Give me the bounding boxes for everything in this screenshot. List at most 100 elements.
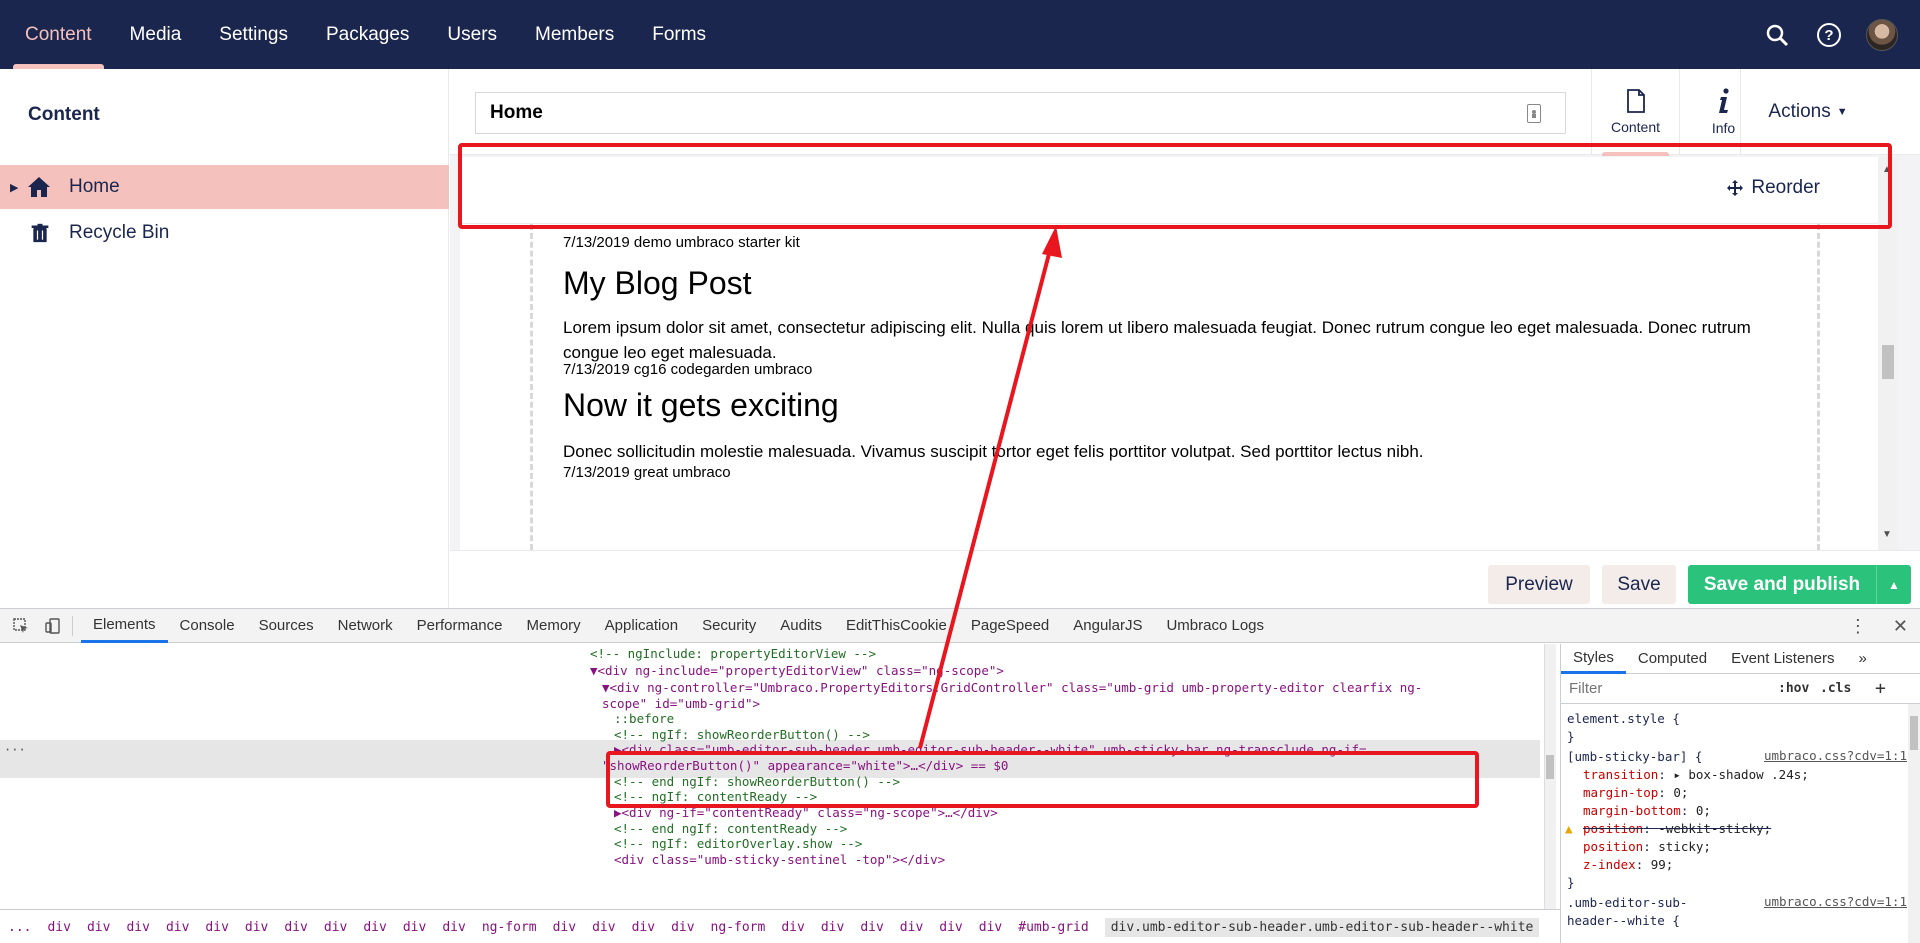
cls-toggle[interactable]: .cls bbox=[1820, 681, 1851, 696]
breadcrumb-item[interactable]: ng-form bbox=[711, 920, 766, 935]
devtools-tab-audits[interactable]: Audits bbox=[768, 609, 834, 643]
devtools-tab-memory[interactable]: Memory bbox=[515, 609, 593, 643]
css-property[interactable]: margin-bottom: 0; bbox=[1583, 802, 1711, 820]
save-and-publish-button[interactable]: Save and publish bbox=[1688, 565, 1876, 604]
breadcrumb-item[interactable]: ng-form bbox=[482, 920, 537, 935]
dom-node-line[interactable]: <div class="umb-sticky-sentinel -top"></… bbox=[614, 850, 945, 869]
scroll-down-icon[interactable]: ▼ bbox=[1882, 529, 1892, 540]
node-name-input[interactable]: Home bbox=[475, 92, 1566, 134]
css-property[interactable]: position: sticky; bbox=[1583, 838, 1711, 856]
breadcrumb-item[interactable]: div bbox=[47, 920, 70, 935]
hov-toggle[interactable]: :hov bbox=[1778, 681, 1809, 696]
section-nav: Content Media Settings Packages Users Members… bbox=[0, 0, 725, 69]
grid-row[interactable]: 7/13/2019 demo umbraco starter kit My Bl… bbox=[530, 224, 1820, 550]
breadcrumb-item[interactable]: div bbox=[671, 920, 694, 935]
lock-icon[interactable] bbox=[1527, 104, 1541, 123]
devtools-tab-performance[interactable]: Performance bbox=[405, 609, 515, 643]
css-property-name: margin-bottom bbox=[1583, 803, 1681, 818]
devtools-tab-application[interactable]: Application bbox=[593, 609, 690, 643]
rule-source-link[interactable]: umbraco.css?cdv=1:1 bbox=[1764, 894, 1907, 909]
search-icon[interactable] bbox=[1762, 20, 1792, 50]
css-property[interactable]: transition: ▸ box-shadow .24s; bbox=[1583, 766, 1809, 784]
app-content[interactable]: Content bbox=[1591, 69, 1679, 156]
tree-item-recycle-bin[interactable]: Recycle Bin bbox=[0, 211, 449, 255]
breadcrumb-item[interactable]: div bbox=[403, 920, 426, 935]
close-icon[interactable]: ✕ bbox=[1893, 616, 1908, 637]
breadcrumb-item[interactable]: div bbox=[592, 920, 615, 935]
nav-item-settings[interactable]: Settings bbox=[200, 0, 307, 69]
styles-filter-input[interactable] bbox=[1569, 680, 1759, 697]
breadcrumb-item[interactable]: div.umb-editor-sub-header.umb-editor-sub… bbox=[1104, 917, 1540, 937]
breadcrumb-item[interactable]: div bbox=[284, 920, 307, 935]
styles-scroll-thumb[interactable] bbox=[1910, 716, 1918, 750]
nav-item-media[interactable]: Media bbox=[111, 0, 201, 69]
rule-close-brace: } bbox=[1567, 875, 1575, 890]
help-icon[interactable]: ? bbox=[1814, 20, 1844, 50]
breadcrumb-item[interactable]: #umb-grid bbox=[1018, 920, 1088, 935]
styles-tab-more[interactable]: » bbox=[1846, 644, 1878, 674]
nav-item-users[interactable]: Users bbox=[428, 0, 516, 69]
new-rule-icon[interactable]: + bbox=[1875, 678, 1886, 699]
devtools-tab-elements[interactable]: Elements bbox=[81, 609, 168, 643]
breadcrumb-item[interactable]: div bbox=[821, 920, 844, 935]
expand-caret-icon[interactable]: ▶ bbox=[10, 181, 18, 194]
nav-item-packages[interactable]: Packages bbox=[307, 0, 428, 69]
styles-tab-styles[interactable]: Styles bbox=[1561, 644, 1626, 674]
devtools-tab-umbraco-logs[interactable]: Umbraco Logs bbox=[1154, 609, 1276, 643]
user-avatar[interactable] bbox=[1866, 18, 1898, 51]
rule-source-link[interactable]: umbraco.css?cdv=1:1 bbox=[1764, 748, 1907, 763]
devtools-tab-pagespeed[interactable]: PageSpeed bbox=[959, 609, 1061, 643]
css-property-value: -webkit-sticky; bbox=[1658, 821, 1772, 836]
breadcrumb-item[interactable]: div bbox=[553, 920, 576, 935]
breadcrumb-item[interactable]: ... bbox=[8, 920, 31, 935]
save-button[interactable]: Save bbox=[1602, 565, 1676, 604]
devtools-tab-network[interactable]: Network bbox=[326, 609, 405, 643]
scroll-up-icon[interactable]: ▲ bbox=[1882, 164, 1892, 175]
publish-options-caret-icon[interactable]: ▲ bbox=[1876, 565, 1911, 604]
nav-item-forms[interactable]: Forms bbox=[633, 0, 725, 69]
device-toolbar-icon[interactable] bbox=[42, 615, 64, 637]
nav-item-content[interactable]: Content bbox=[6, 0, 111, 69]
breadcrumb-item[interactable]: div bbox=[442, 920, 465, 935]
more-options-icon[interactable]: ⋮ bbox=[1849, 616, 1867, 637]
editor-scroll-thumb[interactable] bbox=[1882, 345, 1894, 379]
reorder-label: Reorder bbox=[1751, 177, 1820, 198]
breadcrumb-item[interactable]: div bbox=[205, 920, 228, 935]
inspect-element-icon[interactable] bbox=[10, 615, 32, 637]
nav-item-members[interactable]: Members bbox=[516, 0, 633, 69]
css-property[interactable]: z-index: 99; bbox=[1583, 856, 1673, 874]
css-property[interactable]: margin-top: 0; bbox=[1583, 784, 1688, 802]
breadcrumb-item[interactable]: div bbox=[781, 920, 804, 935]
breadcrumb-item[interactable]: div bbox=[126, 920, 149, 935]
breadcrumb-item[interactable]: div bbox=[87, 920, 110, 935]
preview-button[interactable]: Preview bbox=[1488, 565, 1590, 604]
breadcrumb-item[interactable]: div bbox=[939, 920, 962, 935]
breadcrumb-item[interactable]: div bbox=[324, 920, 347, 935]
breadcrumb-item[interactable]: div bbox=[979, 920, 1002, 935]
breadcrumb-item[interactable]: div bbox=[632, 920, 655, 935]
elements-scroll-thumb[interactable] bbox=[1546, 755, 1554, 779]
breadcrumb-item[interactable]: div bbox=[860, 920, 883, 935]
css-property-name: position bbox=[1583, 821, 1644, 836]
styles-tab-computed[interactable]: Computed bbox=[1626, 644, 1719, 674]
css-property[interactable]: position: -webkit-sticky; bbox=[1583, 820, 1771, 838]
devtools-tab-console[interactable]: Console bbox=[168, 609, 247, 643]
reorder-button[interactable]: Reorder bbox=[1727, 177, 1820, 199]
devtools-tab-sources[interactable]: Sources bbox=[247, 609, 326, 643]
ellipsis-icon[interactable]: ··· bbox=[4, 743, 26, 757]
actions-menu-button[interactable]: Actions ▼ bbox=[1740, 69, 1875, 155]
css-property-name: z-index bbox=[1583, 857, 1636, 872]
dom-breadcrumbs: ... div div div div div div div div div div div ng-f… bbox=[0, 909, 1560, 943]
breadcrumb-item[interactable]: div bbox=[166, 920, 189, 935]
tree-item-label: Home bbox=[69, 176, 120, 197]
css-property-value: ▸ box-shadow .24s; bbox=[1673, 767, 1809, 782]
devtools-tab-editthiscookie[interactable]: EditThisCookie bbox=[834, 609, 959, 643]
breadcrumb-item[interactable]: div bbox=[900, 920, 923, 935]
post-meta: 7/13/2019 cg16 codegarden umbraco bbox=[563, 361, 813, 378]
tree-item-home[interactable]: ▶ Home bbox=[0, 165, 449, 209]
breadcrumb-item[interactable]: div bbox=[363, 920, 386, 935]
devtools-tab-angularjs[interactable]: AngularJS bbox=[1061, 609, 1154, 643]
devtools-tab-security[interactable]: Security bbox=[690, 609, 768, 643]
styles-tab-event-listeners[interactable]: Event Listeners bbox=[1719, 644, 1846, 674]
breadcrumb-item[interactable]: div bbox=[245, 920, 268, 935]
